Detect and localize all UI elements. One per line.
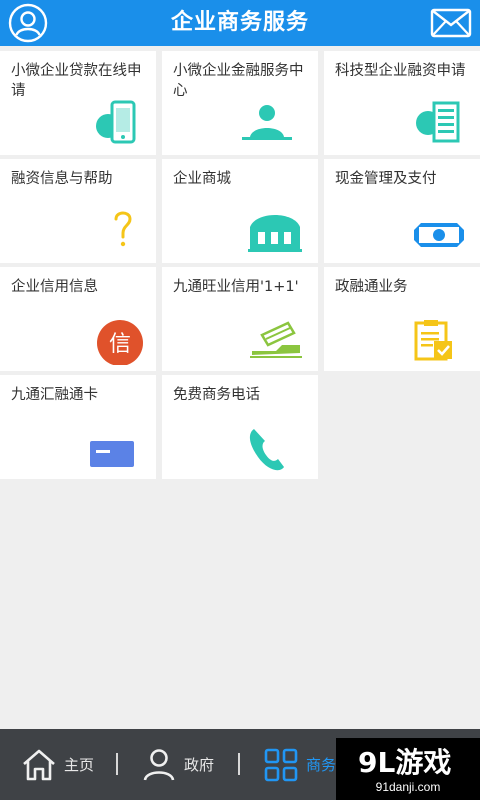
bank-card-icon bbox=[90, 441, 134, 467]
message-button[interactable] bbox=[430, 8, 472, 38]
app-header: 企业商务服务 bbox=[0, 0, 480, 46]
banknote-icon bbox=[414, 223, 464, 247]
tile-free-business-phone[interactable]: 免费商务电话 bbox=[162, 375, 318, 479]
tile-enterprise-mall[interactable]: 企业商城 bbox=[162, 159, 318, 263]
document-list-icon bbox=[416, 101, 460, 143]
tile-label: 九通旺业信用'1+1' bbox=[173, 279, 299, 295]
person-icon bbox=[242, 105, 292, 140]
mail-icon bbox=[430, 8, 472, 38]
tile-label: 现金管理及支付 bbox=[335, 171, 437, 187]
clipboard-check-icon bbox=[414, 320, 452, 361]
tile-label: 免费商务电话 bbox=[173, 387, 260, 403]
nav-divider bbox=[238, 753, 240, 775]
tile-cash-management[interactable]: 现金管理及支付 bbox=[324, 159, 480, 263]
tile-label: 企业信用信息 bbox=[11, 279, 98, 295]
page-title: 企业商务服务 bbox=[170, 10, 309, 35]
tile-jiutong-card[interactable]: 九通汇融通卡 bbox=[0, 375, 156, 479]
tile-label: 融资信息与帮助 bbox=[11, 171, 113, 187]
nav-divider bbox=[116, 753, 118, 775]
credit-badge-icon: 信 bbox=[97, 320, 143, 365]
tile-financing-help[interactable]: 融资信息与帮助 bbox=[0, 159, 156, 263]
grid-icon bbox=[264, 748, 298, 781]
person-outline-icon bbox=[143, 748, 175, 780]
phone-icon bbox=[249, 429, 284, 471]
tile-micro-finance-center[interactable]: 小微企业金融服务中心 bbox=[162, 51, 318, 155]
watermark-url: 91danji.com bbox=[375, 780, 441, 794]
tile-label: 小微企业贷款在线申请 bbox=[11, 63, 142, 99]
nav-item-government[interactable]: 政府 bbox=[140, 729, 214, 800]
tile-micro-loan[interactable]: 小微企业贷款在线申请 bbox=[0, 51, 156, 155]
nav-label: 政府 bbox=[184, 756, 215, 774]
home-icon bbox=[23, 749, 55, 780]
tile-label: 科技型企业融资申请 bbox=[335, 63, 466, 79]
card-swipe-icon bbox=[250, 321, 302, 358]
tile-label: 小微企业金融服务中心 bbox=[173, 63, 304, 99]
mobile-phone-icon bbox=[96, 100, 136, 144]
watermark: 9L游戏 91danji.com bbox=[336, 738, 480, 800]
tile-label: 九通汇融通卡 bbox=[11, 387, 98, 403]
tile-label: 企业商城 bbox=[173, 171, 231, 187]
nav-item-business[interactable]: 商务 bbox=[262, 729, 336, 800]
nav-label: 商务 bbox=[306, 756, 337, 774]
watermark-logo: 9L游戏 bbox=[356, 742, 460, 779]
tile-label: 政融通业务 bbox=[335, 279, 408, 295]
shop-icon bbox=[248, 215, 302, 252]
question-mark-icon bbox=[114, 211, 132, 247]
tile-government-finance[interactable]: 政融通业务 bbox=[324, 267, 480, 371]
credit-badge-glyph: 信 bbox=[109, 332, 131, 357]
tile-jiutong-credit[interactable]: 九通旺业信用'1+1' bbox=[162, 267, 318, 371]
tile-enterprise-credit[interactable]: 企业信用信息 信 bbox=[0, 267, 156, 371]
tile-tech-financing[interactable]: 科技型企业融资申请 bbox=[324, 51, 480, 155]
nav-label: 主页 bbox=[64, 756, 95, 774]
nav-item-home[interactable]: 主页 bbox=[20, 729, 94, 800]
watermark-logo-text: 9L游戏 bbox=[358, 746, 451, 778]
